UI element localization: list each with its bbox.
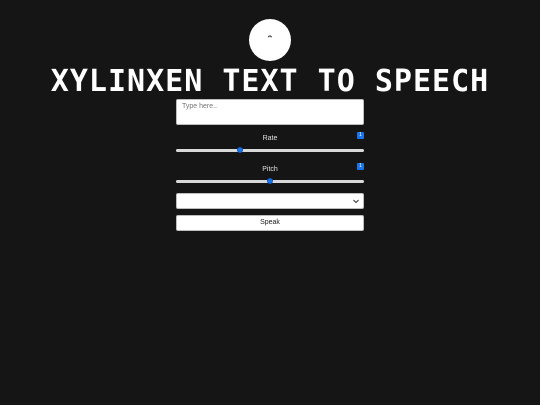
- pitch-slider-thumb[interactable]: [267, 178, 273, 184]
- page-title: XYLINXEN TEXT TO SPEECH: [50, 64, 490, 99]
- speaker-person-icon: ᵔ: [267, 34, 273, 45]
- rate-label: Rate: [262, 135, 278, 142]
- text-input[interactable]: [176, 99, 364, 125]
- pitch-label: Pitch: [262, 166, 278, 173]
- tts-panel: Rate 1 Pitch 1 Speak: [176, 99, 364, 231]
- rate-slider-thumb[interactable]: [236, 147, 243, 153]
- rate-control: Rate 1: [176, 130, 364, 161]
- voice-select[interactable]: [176, 193, 364, 209]
- logo-avatar: ᵔ: [249, 19, 291, 61]
- chevron-down-icon: [353, 199, 359, 204]
- pitch-slider[interactable]: [176, 178, 364, 184]
- speak-button[interactable]: Speak: [176, 215, 364, 231]
- pitch-value-badge: 1: [357, 163, 364, 170]
- rate-value-badge: 1: [357, 132, 364, 139]
- pitch-control: Pitch 1: [176, 161, 364, 192]
- rate-slider[interactable]: [176, 147, 364, 153]
